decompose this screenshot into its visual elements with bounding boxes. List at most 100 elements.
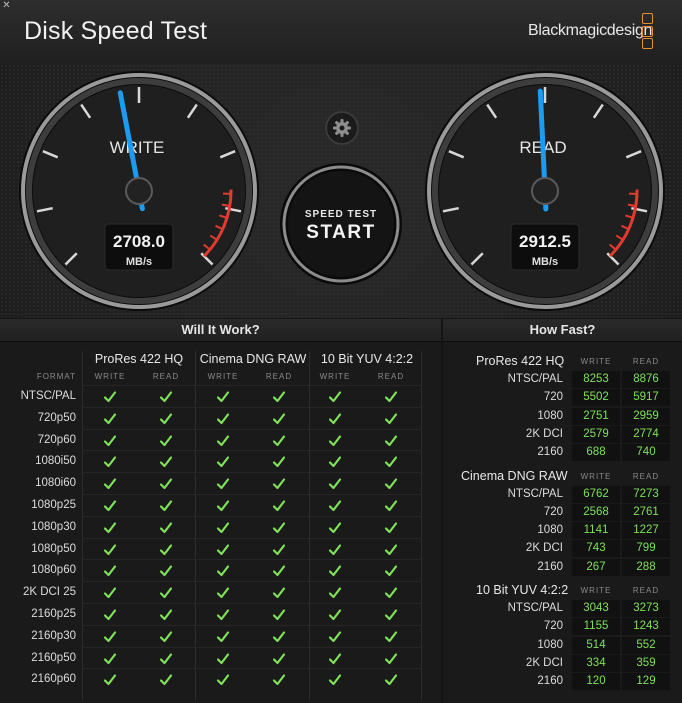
format-label: 2160p25 — [31, 608, 76, 620]
hf-group-title: ProRes 422 HQ — [476, 354, 565, 368]
read-gauge: READ 2912.5 MB/s — [425, 71, 665, 311]
check-icon — [272, 434, 286, 446]
speed-test-start-button[interactable]: SPEED TEST START — [278, 161, 404, 287]
hf-write-header: WRITE — [580, 357, 612, 366]
check-icon — [103, 674, 117, 686]
check-icon — [384, 456, 398, 468]
brand-name: Blackmagicdesign — [528, 22, 653, 39]
start-button-line1: SPEED TEST — [305, 209, 377, 220]
hf-read-value: 2959 — [633, 409, 659, 422]
check-icon — [272, 391, 286, 403]
hf-read-value: 2774 — [633, 427, 659, 440]
hf-read-value: 7273 — [633, 487, 659, 500]
check-icon — [216, 391, 230, 403]
check-icon — [159, 478, 173, 490]
check-icon — [216, 587, 230, 599]
check-icon — [328, 434, 342, 446]
check-icon — [103, 565, 117, 577]
check-icon — [216, 565, 230, 577]
check-icon — [384, 434, 398, 446]
hf-write-value: 514 — [586, 638, 606, 651]
check-icon — [103, 522, 117, 533]
check-icon — [272, 631, 286, 642]
hf-write-value: 120 — [586, 675, 606, 688]
check-icon — [384, 522, 398, 533]
redline-tick — [627, 203, 636, 207]
format-header: FORMAT — [36, 372, 76, 381]
hf-write-value: 5502 — [583, 391, 609, 404]
wiw-group-header: 10 Bit YUV 4:2:2 — [320, 352, 414, 366]
check-icon — [103, 500, 117, 512]
check-icon — [328, 674, 342, 686]
hf-read-value: 129 — [636, 675, 656, 688]
hf-read-value: 1227 — [633, 524, 659, 537]
hf-read-value: 1243 — [633, 620, 659, 633]
check-icon — [103, 609, 117, 621]
check-icon — [216, 434, 230, 446]
check-icon — [328, 609, 342, 621]
hf-write-value: 267 — [586, 560, 606, 573]
check-icon — [216, 413, 230, 424]
hf-write-value: 2579 — [583, 427, 609, 440]
check-icon — [384, 652, 398, 664]
hf-group-title: 10 Bit YUV 4:2:2 — [476, 583, 569, 597]
check-icon — [384, 391, 398, 403]
check-icon — [159, 434, 173, 446]
hf-write-value: 2568 — [583, 505, 609, 518]
wiw-group-header: Cinema DNG RAW — [199, 352, 307, 366]
hf-format-label: 720 — [543, 391, 563, 404]
check-icon — [328, 652, 342, 664]
check-icon — [328, 413, 342, 424]
check-icon — [103, 391, 117, 403]
check-icon — [272, 587, 286, 599]
check-icon — [272, 565, 286, 577]
check-icon — [159, 522, 173, 533]
check-icon — [328, 500, 342, 512]
hf-read-header: READ — [632, 471, 660, 481]
format-label: 1080p30 — [31, 520, 76, 533]
format-label: 1080p25 — [31, 499, 76, 511]
check-icon — [272, 609, 286, 621]
check-icon — [159, 456, 173, 468]
hf-write-header: WRITE — [580, 471, 612, 481]
read-speed-unit: MB/s — [532, 256, 558, 268]
read-speed-value: 2912.5 — [519, 232, 571, 251]
hf-read-value: 359 — [636, 656, 656, 669]
check-icon — [159, 674, 173, 686]
check-icon — [159, 543, 173, 555]
write-gauge-label: WRITE — [110, 138, 165, 157]
hf-group-title: Cinema DNG RAW — [461, 468, 568, 483]
format-label: 2160p50 — [31, 651, 76, 664]
check-icon — [159, 652, 173, 664]
check-icon — [328, 391, 342, 403]
hf-write-value: 743 — [586, 542, 606, 555]
format-label: 2160p30 — [31, 629, 76, 642]
write-gauge: WRITE 2708.0 MB/s — [19, 71, 259, 311]
hf-write-value: 1155 — [583, 620, 609, 633]
hf-write-value: 688 — [586, 446, 606, 459]
hf-write-value: 6762 — [583, 487, 609, 500]
check-icon — [328, 587, 342, 599]
check-icon — [328, 456, 342, 468]
check-icon — [272, 543, 286, 555]
hf-read-value: 5917 — [633, 391, 659, 404]
how-fast-panel: How Fast? ProRes 422 HQ WRITE READ NTSC/PAL… — [443, 319, 682, 703]
check-icon — [272, 413, 286, 424]
hf-format-label: 720 — [543, 620, 563, 633]
check-icon — [328, 631, 342, 642]
settings-button[interactable] — [324, 110, 360, 146]
check-icon — [216, 543, 230, 555]
format-label: NTSC/PAL — [20, 390, 76, 402]
format-label: 2160p60 — [31, 673, 76, 686]
will-it-work-panel: Will It Work? ProRes 422 HQ WRITE READ Cine… — [0, 319, 441, 703]
format-label: 720p60 — [37, 433, 76, 446]
check-icon — [216, 500, 230, 512]
hf-read-value: 8876 — [633, 373, 659, 385]
hf-format-label: NTSC/PAL — [507, 373, 563, 385]
hf-read-value: 288 — [636, 560, 656, 573]
check-icon — [384, 413, 398, 424]
hf-format-label: 2160 — [537, 560, 563, 573]
hf-read-value: 740 — [636, 446, 656, 459]
close-button[interactable]: ✕ — [0, 0, 13, 13]
wiw-write-header: WRITE — [207, 372, 239, 381]
